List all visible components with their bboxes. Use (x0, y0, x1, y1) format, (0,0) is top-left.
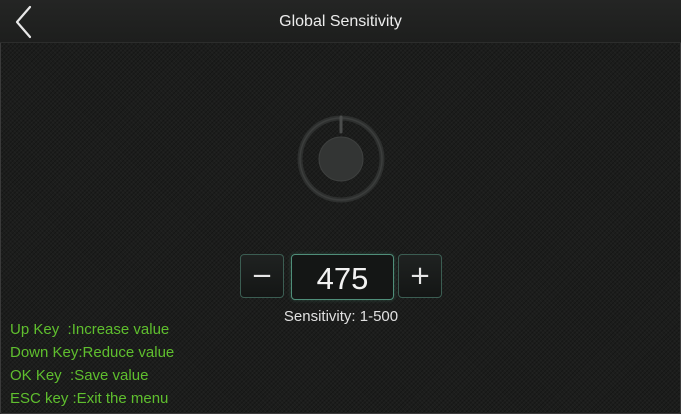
help-down-key: Down Key:Reduce value (10, 344, 175, 361)
help-ok-key: OK Key :Save value (10, 367, 149, 384)
increase-button[interactable]: + (398, 254, 442, 298)
sensitivity-range-label: Sensitivity: 1-500 (283, 308, 399, 325)
decrease-button[interactable]: − (240, 254, 284, 298)
key-help-list: Up Key :Increase value Down Key:Reduce v… (10, 318, 174, 410)
help-esc-key: ESC key :Exit the menu (10, 390, 169, 407)
title-bar: Global Sensitivity (0, 0, 681, 43)
power-icon (297, 115, 385, 203)
page-title: Global Sensitivity (279, 13, 402, 30)
help-up-key: Up Key :Increase value (10, 321, 170, 338)
sensitivity-value-field[interactable]: 475 (291, 254, 394, 300)
